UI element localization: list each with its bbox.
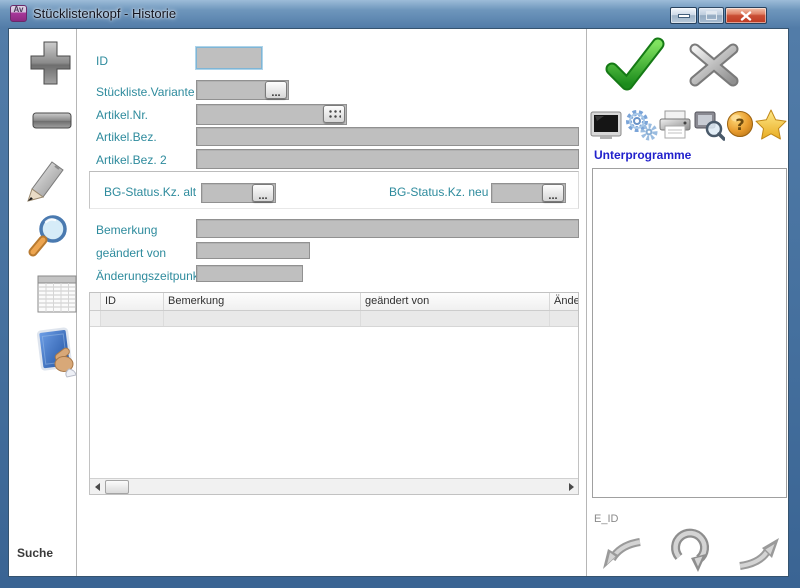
select-button[interactable] — [33, 327, 77, 379]
pencil-icon — [23, 157, 67, 203]
left-toolbar: Suche — [9, 29, 77, 576]
aenderungszeitpunkt-label: Änderungszeitpunkt — [96, 269, 202, 283]
monitor-icon — [590, 110, 622, 140]
bgstatus-alt-label: BG-Status.Kz. alt — [104, 185, 196, 199]
cell-aenderung[interactable] — [550, 311, 578, 326]
preview-magnifier-icon — [693, 109, 725, 141]
grid-icon — [37, 273, 77, 315]
id-input[interactable] — [196, 47, 262, 69]
minimize-icon — [678, 13, 690, 19]
arrow-refresh-icon — [668, 527, 714, 575]
artikelbez2-label: Artikel.Bez. 2 — [96, 153, 167, 167]
nav-back-button[interactable] — [600, 535, 644, 573]
close-button[interactable] — [725, 7, 767, 24]
grid-header-row: ID Bemerkung geändert von Ände — [90, 293, 578, 311]
scrollbar-thumb[interactable] — [105, 480, 129, 494]
dialog-client-area: Suche ID Stückliste.Variante ... Artikel… — [8, 28, 789, 577]
close-icon — [740, 11, 752, 21]
cell-bemerkung[interactable] — [164, 311, 361, 326]
ok-button[interactable] — [602, 37, 666, 93]
grid-row-selector-header[interactable] — [90, 293, 101, 310]
id-label: ID — [96, 54, 108, 68]
arrow-back-icon — [600, 535, 644, 573]
horizontal-scrollbar[interactable] — [90, 478, 578, 494]
add-button[interactable] — [29, 39, 73, 87]
artikelbez-label: Artikel.Bez. — [96, 130, 157, 144]
help-button[interactable]: ? — [726, 110, 754, 138]
right-panel: ? Unterprogramme E_ID — [586, 29, 789, 576]
ellipsis-icon: ... — [258, 191, 267, 201]
cancel-button[interactable] — [685, 41, 743, 89]
scroll-right-button[interactable] — [564, 479, 578, 494]
variante-picker-button[interactable]: ... — [265, 81, 287, 99]
cell-geaendert-von[interactable] — [361, 311, 550, 326]
title-bar[interactable]: Av Stücklistenkopf - Historie — [0, 0, 800, 28]
variante-label: Stückliste.Variante — [96, 85, 195, 99]
scroll-left-button[interactable] — [90, 479, 104, 494]
magnifier-icon — [26, 213, 70, 259]
unterprogramme-title: Unterprogramme — [594, 148, 691, 162]
delete-button[interactable] — [31, 109, 73, 133]
minus-icon — [31, 109, 73, 133]
grid-column-header-aenderung[interactable]: Ände — [550, 293, 578, 310]
grid-column-header-geaendert-von[interactable]: geändert von — [361, 293, 550, 310]
triangle-right-icon — [569, 483, 574, 491]
plus-icon — [29, 39, 73, 87]
screen-view-button[interactable] — [590, 110, 622, 140]
artikelbez-input[interactable] — [196, 127, 579, 146]
geaendert-von-input[interactable] — [196, 242, 310, 259]
star-icon — [755, 109, 787, 140]
settings-button[interactable] — [624, 108, 658, 142]
gears-icon — [624, 108, 658, 142]
grid-dots-icon — [327, 108, 341, 120]
bemerkung-label: Bemerkung — [96, 223, 157, 237]
app-icon: Av — [10, 5, 27, 22]
list-button[interactable] — [37, 273, 77, 315]
x-icon — [685, 41, 743, 89]
arrow-forward-icon — [735, 533, 781, 571]
aenderungszeitpunkt-input[interactable] — [196, 265, 303, 282]
cell-id[interactable] — [101, 311, 164, 326]
bgstatus-neu-picker-button[interactable]: ... — [542, 184, 564, 202]
bgstatus-alt-picker-button[interactable]: ... — [252, 184, 274, 202]
artikelbez2-input[interactable] — [196, 149, 579, 169]
suche-label: Suche — [17, 546, 53, 560]
row-selector-cell[interactable] — [90, 311, 101, 326]
check-icon — [602, 37, 666, 93]
history-grid: ID Bemerkung geändert von Ände — [89, 292, 579, 495]
edit-button[interactable] — [23, 157, 67, 203]
grid-column-header-bemerkung[interactable]: Bemerkung — [164, 293, 361, 310]
nav-forward-button[interactable] — [735, 533, 781, 571]
search-button[interactable] — [26, 213, 70, 259]
minimize-button[interactable] — [670, 7, 697, 24]
print-button[interactable] — [658, 109, 692, 141]
window-title: Stücklistenkopf - Historie — [33, 6, 176, 21]
bgstatus-neu-label: BG-Status.Kz. neu — [389, 185, 488, 199]
touch-screen-icon — [33, 327, 77, 379]
help-icon: ? — [726, 110, 754, 138]
unterprogramme-listbox[interactable] — [592, 168, 787, 498]
artikelnr-picker-button[interactable] — [323, 105, 345, 123]
maximize-icon — [706, 11, 717, 20]
grid-column-header-id[interactable]: ID — [101, 293, 164, 310]
ellipsis-icon: ... — [271, 88, 280, 98]
bemerkung-input[interactable] — [196, 219, 579, 238]
preview-button[interactable] — [693, 109, 725, 141]
nav-refresh-button[interactable] — [668, 527, 714, 575]
table-row[interactable] — [90, 311, 578, 327]
ellipsis-icon: ... — [548, 191, 557, 201]
eid-label: E_ID — [594, 513, 618, 525]
triangle-left-icon — [95, 483, 100, 491]
geaendert-von-label: geändert von — [96, 246, 166, 260]
svg-text:?: ? — [735, 115, 744, 134]
maximize-button[interactable] — [698, 7, 724, 24]
printer-icon — [658, 109, 692, 141]
favorites-button[interactable] — [755, 109, 787, 140]
artikelnr-label: Artikel.Nr. — [96, 108, 148, 122]
